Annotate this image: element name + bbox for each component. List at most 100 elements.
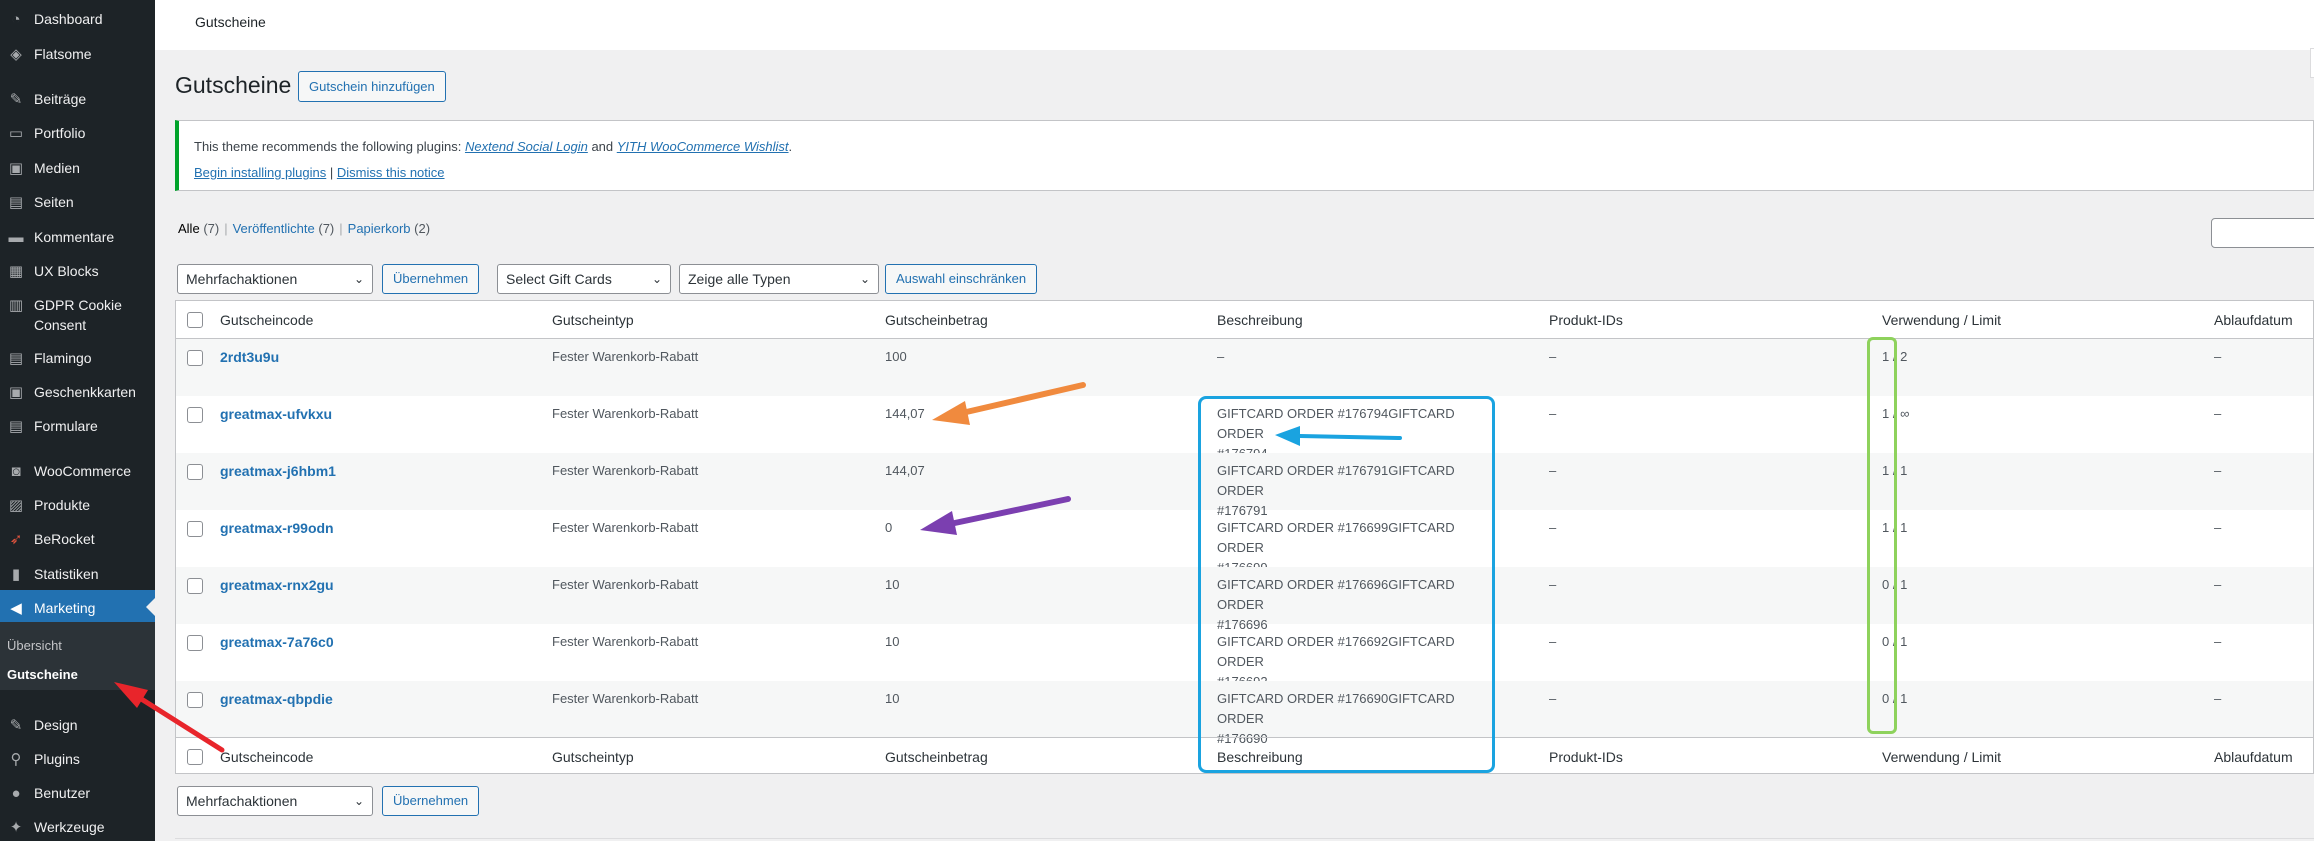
sidebar-item-portfolio[interactable]: ▭ Portfolio xyxy=(0,123,155,143)
apply-bulk-button-bottom[interactable]: Übernehmen xyxy=(382,786,480,816)
sidebar-item-produkte[interactable]: ▨ Produkte xyxy=(0,495,155,515)
select-all-checkbox-footer[interactable] xyxy=(187,749,203,765)
view-label: Alle xyxy=(178,221,200,236)
coupon-code-link[interactable]: greatmax-qbpdie xyxy=(220,689,333,709)
row-checkbox[interactable] xyxy=(187,578,203,594)
divider xyxy=(175,838,2314,839)
sidebar-item-berocket[interactable]: ➶ BeRocket xyxy=(0,529,155,549)
sidebar-item-statistiken[interactable]: ▮ Statistiken xyxy=(0,564,155,584)
sidebar-item-label: Medien xyxy=(34,160,80,176)
select-all-checkbox[interactable] xyxy=(187,312,203,328)
dismiss-notice-link[interactable]: Dismiss this notice xyxy=(337,165,445,180)
sidebar-item-medien[interactable]: ▣ Medien xyxy=(0,158,155,178)
plugin-link-nextend[interactable]: Nextend Social Login xyxy=(465,139,588,154)
coupon-code-link[interactable]: greatmax-rnx2gu xyxy=(220,575,334,595)
blocks-icon: ▦ xyxy=(8,263,24,280)
sidebar-item-label: Geschenkkarten xyxy=(34,384,136,400)
table-row: greatmax-ufvkxu Fester Warenkorb-Rabatt … xyxy=(176,396,2313,461)
coupon-type: Fester Warenkorb-Rabatt xyxy=(552,406,699,421)
sidebar-item-seiten[interactable]: ▤ Seiten xyxy=(0,192,155,212)
description-line1: – xyxy=(1217,349,1225,364)
sidebar-item-flamingo[interactable]: ▤ Flamingo xyxy=(0,348,155,368)
column-header-type: Gutscheintyp xyxy=(552,312,634,328)
plugin-link-yith[interactable]: YITH WooCommerce Wishlist xyxy=(617,139,789,154)
column-footer-amount: Gutscheinbetrag xyxy=(885,749,988,765)
coupon-code-link[interactable]: greatmax-ufvkxu xyxy=(220,404,332,424)
row-checkbox[interactable] xyxy=(187,521,203,537)
coupon-code-link[interactable]: greatmax-j6hbm1 xyxy=(220,461,336,481)
sidebar-item-marketing[interactable]: ◀ Marketing xyxy=(0,590,155,624)
sidebar-item-formulare[interactable]: ▤ Formulare xyxy=(0,416,155,436)
sidebar-item-flatsome[interactable]: ◈ Flatsome xyxy=(0,44,155,64)
view-label: Veröffentlichte xyxy=(232,221,315,236)
sidebar-item-label: Formulare xyxy=(34,418,98,434)
media-icon: ▣ xyxy=(8,160,24,177)
expiry-date: – xyxy=(2214,349,2222,364)
sidebar-item-ux-blocks[interactable]: ▦ UX Blocks xyxy=(0,261,155,281)
sidebar-item-gdpr-cookie-consent[interactable]: ▥ GDPR Cookie Consent xyxy=(0,295,155,335)
table-row: greatmax-7a76c0 Fester Warenkorb-Rabatt … xyxy=(176,624,2313,689)
row-checbox[interactable] xyxy=(187,407,203,423)
stats-icon: ▮ xyxy=(11,566,21,583)
coupon-code-link[interactable]: greatmax-r99odn xyxy=(220,518,334,538)
sidebar-item-plugins[interactable]: ⚲ Plugins xyxy=(0,749,155,769)
coupon-type: Fester Warenkorb-Rabatt xyxy=(552,577,699,592)
sidebar-item-benutzer[interactable]: ● Benutzer xyxy=(0,783,155,803)
coupon-code-link[interactable]: greatmax-7a76c0 xyxy=(220,632,334,652)
brush-icon: ✎ xyxy=(9,717,23,734)
sidebar-item-geschenkkarten[interactable]: ▣ Geschenkkarten xyxy=(0,382,155,402)
sidebar-item-label: Seiten xyxy=(34,194,74,210)
submenu-item-uebersicht[interactable]: Übersicht xyxy=(7,638,62,653)
column-header-code[interactable]: Gutscheincode xyxy=(220,312,313,328)
marketing-submenu: Übersicht Gutscheine xyxy=(0,622,155,690)
coupon-amount: 10 xyxy=(885,577,900,592)
view-all[interactable]: Alle (7) xyxy=(178,221,219,236)
screen-options-edge[interactable] xyxy=(2310,48,2314,78)
sidebar-item-label: Beiträge xyxy=(34,91,87,107)
table-row: greatmax-rnx2gu Fester Warenkorb-Rabatt … xyxy=(176,567,2313,632)
chevron-down-icon: ⌄ xyxy=(651,272,662,286)
gift-cards-value: Select Gift Cards xyxy=(506,271,612,287)
sidebar-item-dashboard[interactable]: ◔ Dashboard xyxy=(0,9,155,29)
add-coupon-button[interactable]: Gutschein hinzufügen xyxy=(298,71,446,102)
usage-limit: 0 / 1 xyxy=(1882,691,1908,706)
column-footer-product-ids: Produkt-IDs xyxy=(1549,749,1623,765)
column-header-usage-limit: Verwendung / Limit xyxy=(1882,312,2002,328)
apply-bulk-button[interactable]: Übernehmen xyxy=(382,264,480,294)
coupon-code-link[interactable]: 2rdt3u9u xyxy=(220,347,279,367)
begin-installing-link[interactable]: Begin installing plugins xyxy=(194,165,326,180)
sidebar-item-label: BeRocket xyxy=(34,531,95,547)
bulk-action-value: Mehrfachaktionen xyxy=(186,793,298,809)
row-checkbox[interactable] xyxy=(187,635,203,651)
sidebar-item-werkzeuge[interactable]: ✦ Werkzeuge xyxy=(0,817,155,837)
sidebar-item-kommentare[interactable]: ▬ Kommentare xyxy=(0,227,155,247)
view-trash[interactable]: Papierkorb (2) xyxy=(348,221,430,236)
bulk-action-select[interactable]: Mehrfachaktionen ⌄ xyxy=(177,264,373,294)
plugin-notice: This theme recommends the following plug… xyxy=(175,120,2314,191)
search-input[interactable] xyxy=(2211,218,2314,248)
product-ids: – xyxy=(1549,577,1557,592)
expiry-date: – xyxy=(2214,577,2222,592)
row-checkbox[interactable] xyxy=(187,464,203,480)
submenu-item-gutscheine[interactable]: Gutscheine xyxy=(7,667,78,682)
sidebar-item-design[interactable]: ✎ Design xyxy=(0,715,155,735)
product-ids: – xyxy=(1549,520,1557,535)
row-checkbox[interactable] xyxy=(187,350,203,366)
coupon-amount: 10 xyxy=(885,691,900,706)
megaphone-icon: ◀ xyxy=(10,600,22,617)
notice-actions: Begin installing plugins | Dismiss this … xyxy=(194,165,445,180)
column-footer-code[interactable]: Gutscheincode xyxy=(220,749,313,765)
gift-cards-select[interactable]: Select Gift Cards ⌄ xyxy=(497,264,671,294)
filter-button[interactable]: Auswahl einschränken xyxy=(885,264,1038,294)
sidebar-item-beitraege[interactable]: ✎ Beiträge xyxy=(0,89,155,109)
description-line1: GIFTCARD ORDER #176696GIFTCARD ORDER xyxy=(1217,577,1455,612)
row-checkbox[interactable] xyxy=(187,692,203,708)
usage-limit: 0 / 1 xyxy=(1882,634,1908,649)
type-filter-select[interactable]: Zeige alle Typen ⌄ xyxy=(679,264,879,294)
bulk-action-select-bottom[interactable]: Mehrfachaktionen ⌄ xyxy=(177,786,373,816)
view-count: (7) xyxy=(203,221,220,236)
view-published[interactable]: Veröffentlichte (7) xyxy=(233,221,335,236)
sidebar-item-woocommerce[interactable]: ◙ WooCommerce xyxy=(0,461,155,481)
chevron-down-icon: ⌄ xyxy=(859,272,870,286)
pin-icon: ✎ xyxy=(9,91,23,108)
